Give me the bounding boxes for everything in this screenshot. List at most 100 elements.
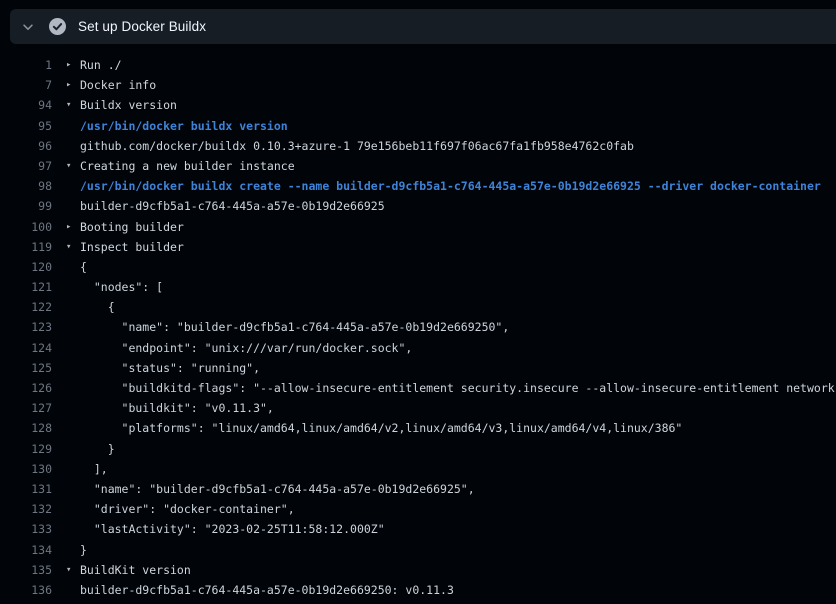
log-viewer[interactable]: 1 ▸ Run ./ 7 ▸ Docker info 94 ▾ Buildx v… [0, 44, 836, 604]
group-toggle-icon [66, 358, 80, 378]
log-row: 130 ], [0, 459, 836, 479]
log-row: 126 "buildkitd-flags": "--allow-insecure… [0, 378, 836, 398]
line-number[interactable]: 122 [0, 297, 52, 317]
chevron-down-icon[interactable] [20, 19, 36, 35]
line-number[interactable]: 98 [0, 176, 52, 196]
log-text: "name": "builder-d9cfb5a1-c764-445a-a57e… [80, 317, 509, 337]
line-number[interactable]: 124 [0, 338, 52, 358]
log-row[interactable]: 97 ▾ Creating a new builder instance [0, 156, 836, 176]
log-text: { [80, 257, 87, 277]
log-text: Buildx version [80, 95, 177, 115]
group-toggle-icon [66, 499, 80, 519]
group-toggle-icon [66, 540, 80, 560]
line-number[interactable]: 133 [0, 519, 52, 539]
line-number[interactable]: 131 [0, 479, 52, 499]
line-number[interactable]: 126 [0, 378, 52, 398]
group-toggle-icon [66, 277, 80, 297]
log-row: 132 "driver": "docker-container", [0, 499, 836, 519]
log-text: { [80, 297, 115, 317]
group-toggle-icon [66, 116, 80, 136]
log-row: 96 github.com/docker/buildx 0.10.3+azure… [0, 136, 836, 156]
log-text: "name": "builder-d9cfb5a1-c764-445a-a57e… [80, 479, 475, 499]
log-row: 95 /usr/bin/docker buildx version [0, 116, 836, 136]
group-toggle-icon [66, 196, 80, 216]
log-text: "platforms": "linux/amd64,linux/amd64/v2… [80, 418, 682, 438]
log-row: 98 /usr/bin/docker buildx create --name … [0, 176, 836, 196]
line-number[interactable]: 132 [0, 499, 52, 519]
group-toggle-icon[interactable]: ▾ [66, 560, 80, 580]
line-number[interactable]: 96 [0, 136, 52, 156]
line-number[interactable]: 99 [0, 196, 52, 216]
log-text: "buildkit": "v0.11.3", [80, 398, 274, 418]
log-text: /usr/bin/docker buildx create --name bui… [80, 176, 821, 196]
line-number[interactable]: 94 [0, 95, 52, 115]
line-number[interactable]: 127 [0, 398, 52, 418]
group-toggle-icon [66, 297, 80, 317]
line-number[interactable]: 95 [0, 116, 52, 136]
log-text: Creating a new builder instance [80, 156, 295, 176]
group-toggle-icon[interactable]: ▸ [66, 55, 80, 75]
group-toggle-icon [66, 459, 80, 479]
group-toggle-icon [66, 338, 80, 358]
line-number[interactable]: 134 [0, 540, 52, 560]
log-text: "buildkitd-flags": "--allow-insecure-ent… [80, 378, 836, 398]
group-toggle-icon[interactable]: ▸ [66, 75, 80, 95]
group-toggle-icon [66, 418, 80, 438]
line-number[interactable]: 119 [0, 237, 52, 257]
group-toggle-icon[interactable]: ▾ [66, 237, 80, 257]
step-title: Set up Docker Buildx [78, 19, 206, 34]
log-row[interactable]: 1 ▸ Run ./ [0, 55, 836, 75]
line-number[interactable]: 128 [0, 418, 52, 438]
check-circle-icon [49, 18, 66, 35]
group-toggle-icon [66, 398, 80, 418]
log-row: 136 builder-d9cfb5a1-c764-445a-a57e-0b19… [0, 580, 836, 600]
group-toggle-icon[interactable]: ▾ [66, 95, 80, 115]
log-row: 124 "endpoint": "unix:///var/run/docker.… [0, 338, 836, 358]
log-row: 122 { [0, 297, 836, 317]
log-text: "status": "running", [80, 358, 260, 378]
group-toggle-icon[interactable]: ▾ [66, 156, 80, 176]
line-number[interactable]: 100 [0, 217, 52, 237]
line-number[interactable]: 97 [0, 156, 52, 176]
group-toggle-icon [66, 580, 80, 600]
log-text: "driver": "docker-container", [80, 499, 295, 519]
log-text: Booting builder [80, 217, 184, 237]
log-row[interactable]: 100 ▸ Booting builder [0, 217, 836, 237]
log-text: ], [80, 459, 108, 479]
line-number[interactable]: 1 [0, 55, 52, 75]
log-row: 121 "nodes": [ [0, 277, 836, 297]
log-text: BuildKit version [80, 560, 191, 580]
log-row: 99 builder-d9cfb5a1-c764-445a-a57e-0b19d… [0, 196, 836, 216]
log-text: Docker info [80, 75, 156, 95]
log-text: /usr/bin/docker buildx version [80, 116, 288, 136]
line-number[interactable]: 123 [0, 317, 52, 337]
line-number[interactable]: 125 [0, 358, 52, 378]
group-toggle-icon[interactable]: ▸ [66, 217, 80, 237]
log-text: Run ./ [80, 55, 122, 75]
line-number[interactable]: 135 [0, 560, 52, 580]
log-text: "nodes": [ [80, 277, 163, 297]
log-text: "endpoint": "unix:///var/run/docker.sock… [80, 338, 412, 358]
log-row: 131 "name": "builder-d9cfb5a1-c764-445a-… [0, 479, 836, 499]
step-header[interactable]: Set up Docker Buildx [10, 9, 836, 44]
group-toggle-icon [66, 439, 80, 459]
log-row: 120 { [0, 257, 836, 277]
log-text: github.com/docker/buildx 0.10.3+azure-1 … [80, 136, 634, 156]
group-toggle-icon [66, 317, 80, 337]
group-toggle-icon [66, 176, 80, 196]
log-row[interactable]: 94 ▾ Buildx version [0, 95, 836, 115]
group-toggle-icon [66, 257, 80, 277]
log-row: 133 "lastActivity": "2023-02-25T11:58:12… [0, 519, 836, 539]
line-number[interactable]: 120 [0, 257, 52, 277]
line-number[interactable]: 121 [0, 277, 52, 297]
log-row: 134 } [0, 540, 836, 560]
line-number[interactable]: 129 [0, 439, 52, 459]
log-row: 127 "buildkit": "v0.11.3", [0, 398, 836, 418]
line-number[interactable]: 136 [0, 580, 52, 600]
log-row[interactable]: 7 ▸ Docker info [0, 75, 836, 95]
log-row[interactable]: 135 ▾ BuildKit version [0, 560, 836, 580]
log-row[interactable]: 119 ▾ Inspect builder [0, 237, 836, 257]
line-number[interactable]: 130 [0, 459, 52, 479]
line-number[interactable]: 7 [0, 75, 52, 95]
log-text: builder-d9cfb5a1-c764-445a-a57e-0b19d2e6… [80, 580, 454, 600]
